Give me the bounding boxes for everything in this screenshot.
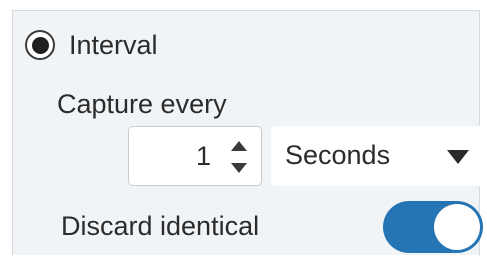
toggle-knob: [434, 204, 480, 250]
capture-interval-stepper[interactable]: 1: [128, 126, 262, 186]
discard-identical-toggle[interactable]: [383, 201, 483, 253]
time-unit-dropdown[interactable]: Seconds: [271, 126, 483, 186]
chevron-down-icon: [447, 150, 469, 164]
capture-settings-panel: Interval Capture every 1 Seconds Discard…: [12, 10, 483, 255]
caret-up-icon[interactable]: [229, 138, 249, 154]
capture-every-label: Capture every: [57, 89, 227, 119]
discard-identical-label: Discard identical: [61, 211, 260, 241]
interval-radio-button[interactable]: [25, 30, 55, 60]
radio-selected-indicator: [31, 36, 49, 54]
stepper-value[interactable]: 1: [196, 141, 211, 172]
time-unit-selected-value: Seconds: [285, 140, 391, 170]
interval-radio-label: Interval: [69, 29, 158, 60]
caret-down-icon[interactable]: [229, 160, 249, 176]
interval-radio-option[interactable]: Interval: [25, 25, 158, 65]
